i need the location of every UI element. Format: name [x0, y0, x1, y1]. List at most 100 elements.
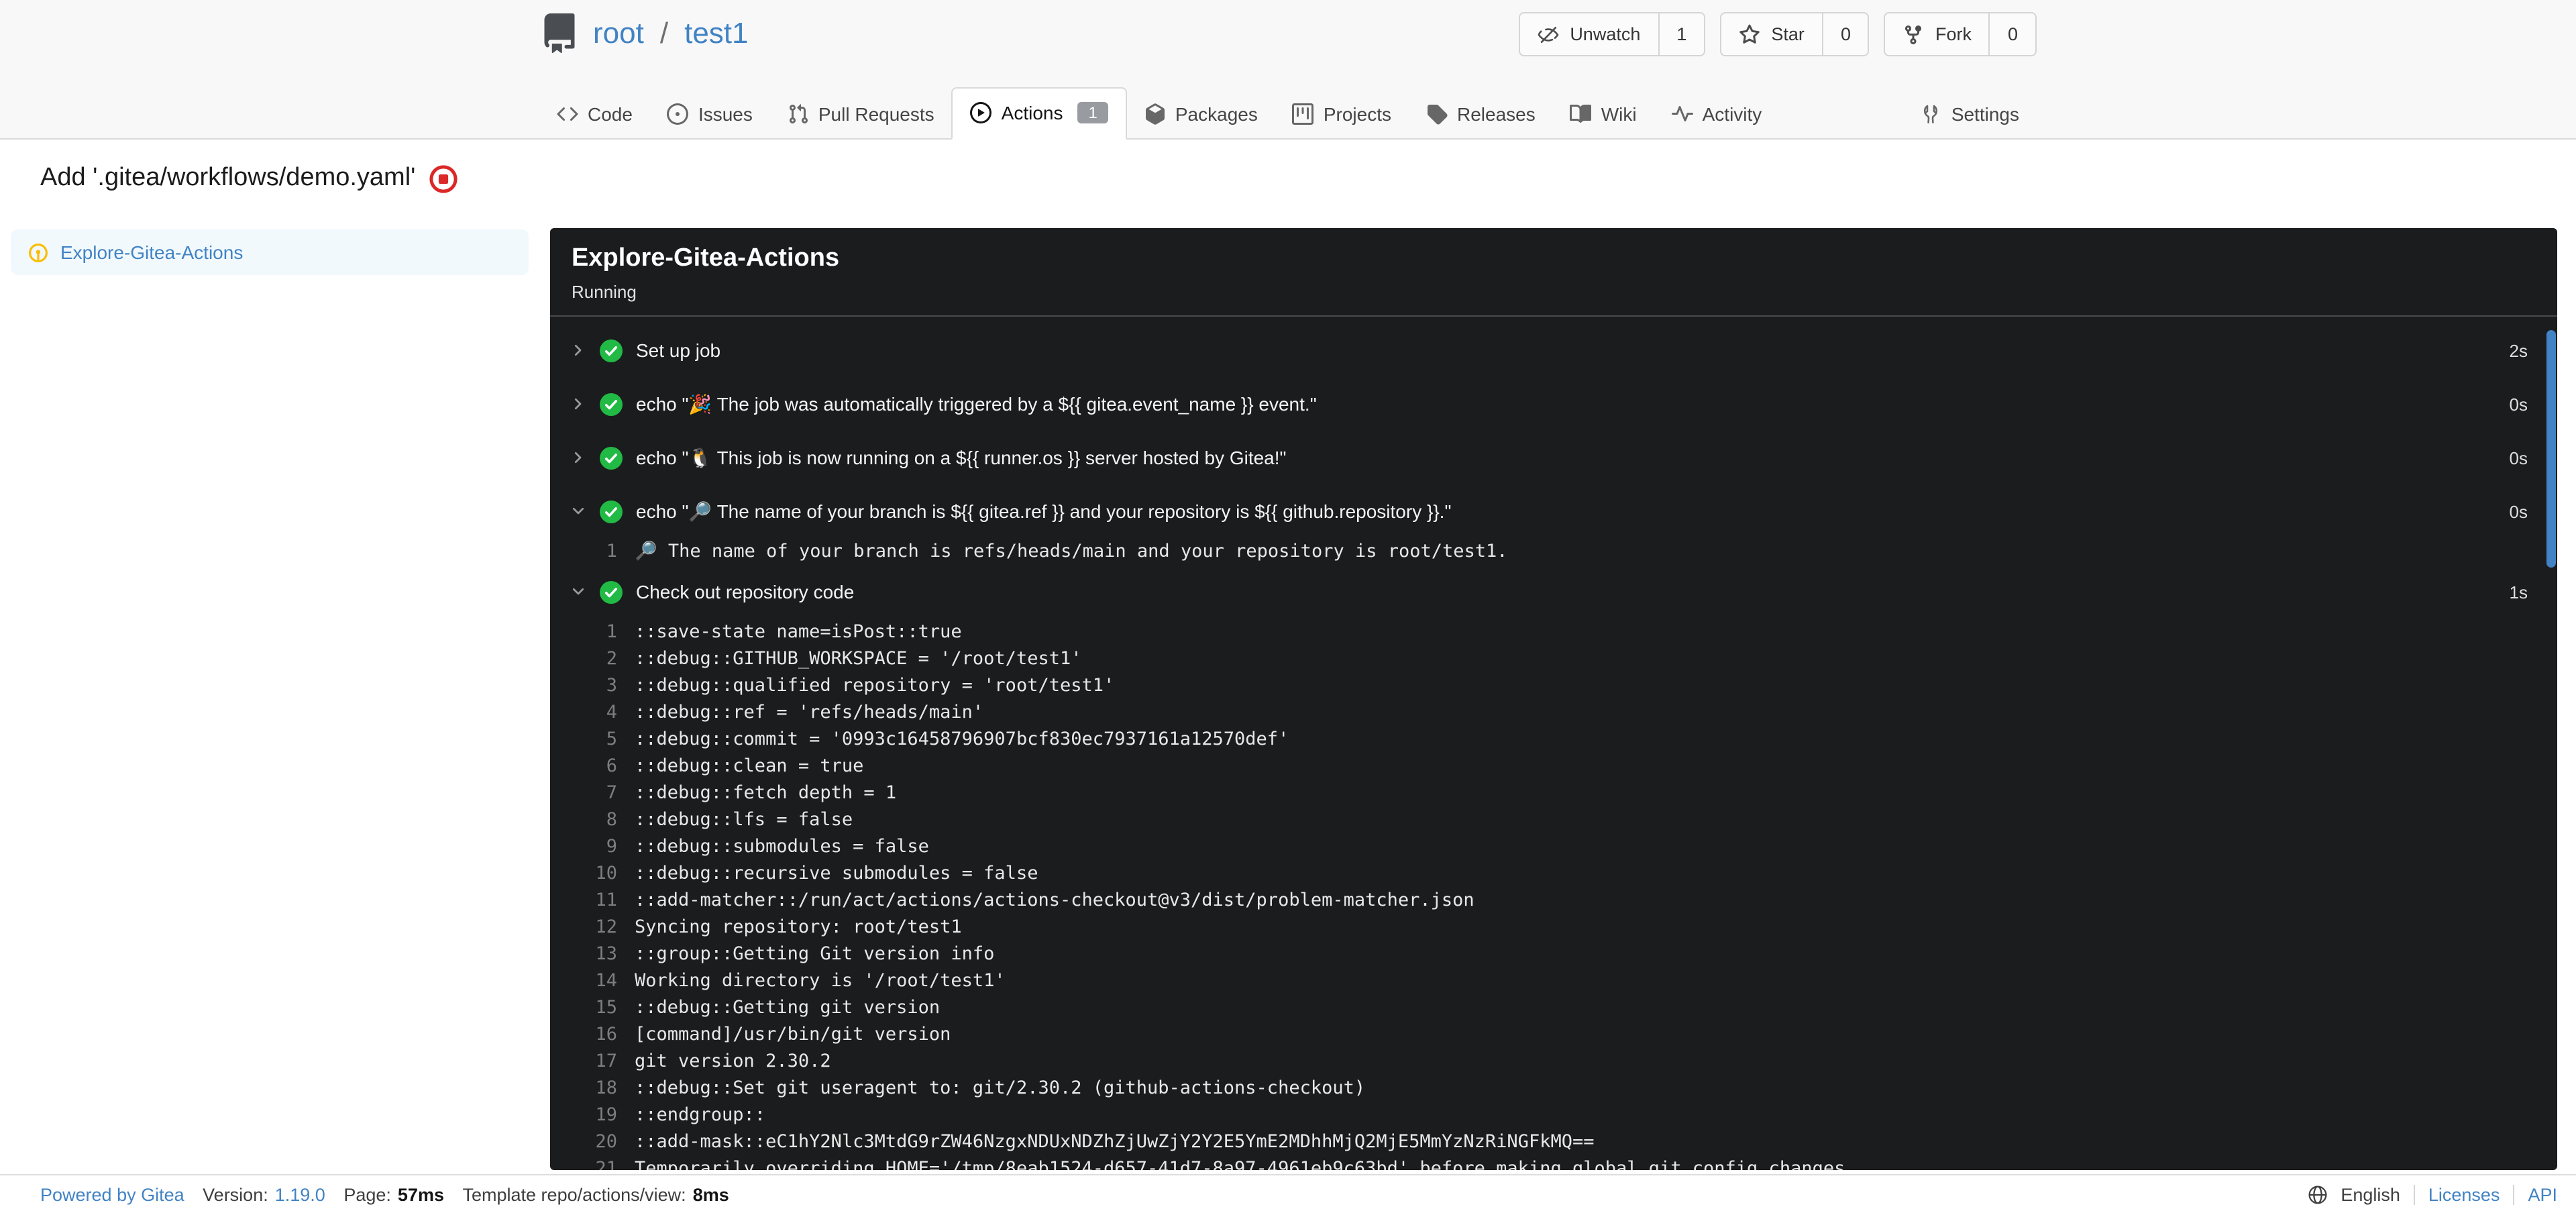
log-line-text: git version 2.30.2 [635, 1051, 831, 1072]
step-duration: 2s [2509, 340, 2528, 360]
api-link[interactable]: API [2528, 1184, 2557, 1204]
log-line-number: 7 [606, 782, 617, 804]
step-logs: 1 🔎 The name of your branch is refs/heads… [550, 538, 2557, 565]
step-duration: 1s [2509, 582, 2528, 602]
log-line: 6::debug::clean = true [550, 753, 2557, 780]
tab-releases[interactable]: Releases [1409, 90, 1553, 140]
star-icon [1739, 23, 1760, 45]
log-line: 1::save-state name=isPost::true [550, 619, 2557, 645]
unwatch-count[interactable]: 1 [1658, 13, 1704, 55]
template-time: 8ms [692, 1184, 729, 1204]
log-line-number: 20 [595, 1131, 617, 1153]
licenses-link[interactable]: Licenses [2428, 1184, 2500, 1204]
log-line-number: 15 [595, 997, 617, 1018]
pull-request-icon [788, 103, 809, 125]
log-line-text: ::debug::GITHUB_WORKSPACE = '/root/test1… [635, 648, 1082, 670]
tab-activity[interactable]: Activity [1654, 90, 1780, 140]
chevron-right-icon [570, 450, 586, 466]
job-name-link[interactable]: Explore-Gitea-Actions [60, 242, 243, 263]
version-link[interactable]: 1.19.0 [275, 1184, 325, 1204]
log-line-number: 16 [595, 1024, 617, 1045]
check-circle-icon [600, 392, 623, 415]
step-row-2[interactable]: echo "🎉 The job was automatically trigge… [550, 377, 2557, 431]
tab-packages[interactable]: Packages [1127, 90, 1275, 140]
log-line: 21 Temporarily overriding HOME='/tmp/8eab… [550, 1155, 2557, 1170]
unwatch-label: Unwatch [1570, 24, 1641, 44]
check-circle-icon [600, 580, 623, 603]
chevron-down-icon [570, 503, 586, 519]
log-line: 16 [command]/usr/bin/git version [550, 1021, 2557, 1048]
tab-actions[interactable]: Actions 1 [951, 87, 1127, 140]
tab-wiki-label: Wiki [1601, 103, 1637, 125]
log-line-number: 10 [595, 863, 617, 884]
pulse-icon [1671, 103, 1693, 125]
footer-right: English Licenses API [2307, 1184, 2557, 1204]
job-running-icon [28, 242, 48, 262]
tab-code[interactable]: Code [539, 90, 650, 140]
repo-name-link[interactable]: test1 [684, 16, 748, 51]
log-line-text: 🔎 The name of your branch is refs/heads/… [635, 541, 1508, 562]
play-circle-icon [970, 102, 992, 123]
step-duration: 0s [2509, 394, 2528, 414]
log-line: 5::debug::commit = '0993c16458796907bcf8… [550, 726, 2557, 753]
log-line-number: 1 [606, 541, 617, 562]
fork-button[interactable]: Fork 0 [1884, 12, 2037, 56]
panel-scrollbar-thumb[interactable] [2546, 330, 2556, 568]
log-line-text: ::debug::submodules = false [635, 836, 929, 857]
tab-pull-requests[interactable]: Pull Requests [770, 90, 952, 140]
tab-issues-label: Issues [698, 103, 753, 125]
star-count[interactable]: 0 [1821, 13, 1868, 55]
step-name: Check out repository code [636, 581, 855, 602]
unwatch-button-main[interactable]: Unwatch [1520, 13, 1658, 55]
log-line-number: 12 [595, 916, 617, 938]
tab-issues[interactable]: Issues [650, 90, 770, 140]
powered-by-link[interactable]: Powered by Gitea [40, 1184, 184, 1204]
tag-icon [1426, 103, 1448, 125]
log-line-text: ::debug::Getting git version [635, 997, 941, 1018]
log-line-text: ::debug::clean = true [635, 755, 864, 777]
step-row-4[interactable]: echo "🔎 The name of your branch is ${{ g… [550, 484, 2557, 538]
job-log-header: Explore-Gitea-Actions Running [550, 228, 2557, 317]
fork-label: Fork [1935, 24, 1972, 44]
tab-wiki[interactable]: Wiki [1553, 90, 1654, 140]
log-line: 3::debug::qualified repository = 'root/t… [550, 672, 2557, 699]
log-line: 1 🔎 The name of your branch is refs/heads… [550, 538, 2557, 565]
tab-projects[interactable]: Projects [1275, 90, 1409, 140]
log-line-number: 8 [606, 809, 617, 831]
log-line-text: Working directory is '/root/test1' [635, 970, 1006, 992]
repo-header: root / test1 Unwatch 1 Star 0 Fork 0 Code Issu… [0, 0, 2576, 140]
fork-button-main[interactable]: Fork [1886, 13, 1989, 55]
log-line: 15::debug::Getting git version [550, 994, 2557, 1021]
log-line: 13::group::Getting Git version info [550, 941, 2557, 967]
step-row-3[interactable]: echo "🐧 This job is now running on a ${{… [550, 431, 2557, 484]
log-line-text: ::save-state name=isPost::true [635, 621, 962, 643]
issue-icon [667, 103, 689, 125]
tab-pull-requests-label: Pull Requests [818, 103, 934, 125]
log-line-number: 18 [595, 1077, 617, 1099]
log-line-number: 11 [595, 890, 617, 911]
fork-icon [1903, 23, 1925, 45]
tab-settings[interactable]: Settings [1903, 90, 2037, 140]
step-name: Set up job [636, 339, 721, 361]
unwatch-button[interactable]: Unwatch 1 [1519, 12, 1706, 56]
log-line-text: Syncing repository: root/test1 [635, 916, 962, 938]
book-icon [1570, 103, 1592, 125]
fork-count[interactable]: 0 [1988, 13, 2035, 55]
log-line: 18::debug::Set git useragent to: git/2.3… [550, 1075, 2557, 1102]
eye-slash-icon [1538, 23, 1559, 45]
project-icon [1292, 103, 1314, 125]
star-button-main[interactable]: Star [1721, 13, 1822, 55]
repo-owner-link[interactable]: root [593, 16, 644, 51]
log-line: 14 Working directory is '/root/test1' [550, 967, 2557, 994]
sidebar-job-item[interactable]: Explore-Gitea-Actions [11, 229, 529, 275]
tab-actions-badge: 1 [1077, 102, 1108, 123]
log-line-number: 21 [595, 1158, 617, 1170]
step-row-5[interactable]: Check out repository code 1s [550, 565, 2557, 619]
star-button[interactable]: Star 0 [1720, 12, 1870, 56]
step-row-1[interactable]: Set up job 2s [550, 323, 2557, 377]
step-logs: 1::save-state name=isPost::true 2::debug:… [550, 619, 2557, 1170]
version-label: Version: [203, 1184, 268, 1204]
stop-run-button[interactable] [429, 164, 458, 193]
language-selector[interactable]: English [2341, 1184, 2400, 1204]
log-line-number: 1 [606, 621, 617, 643]
